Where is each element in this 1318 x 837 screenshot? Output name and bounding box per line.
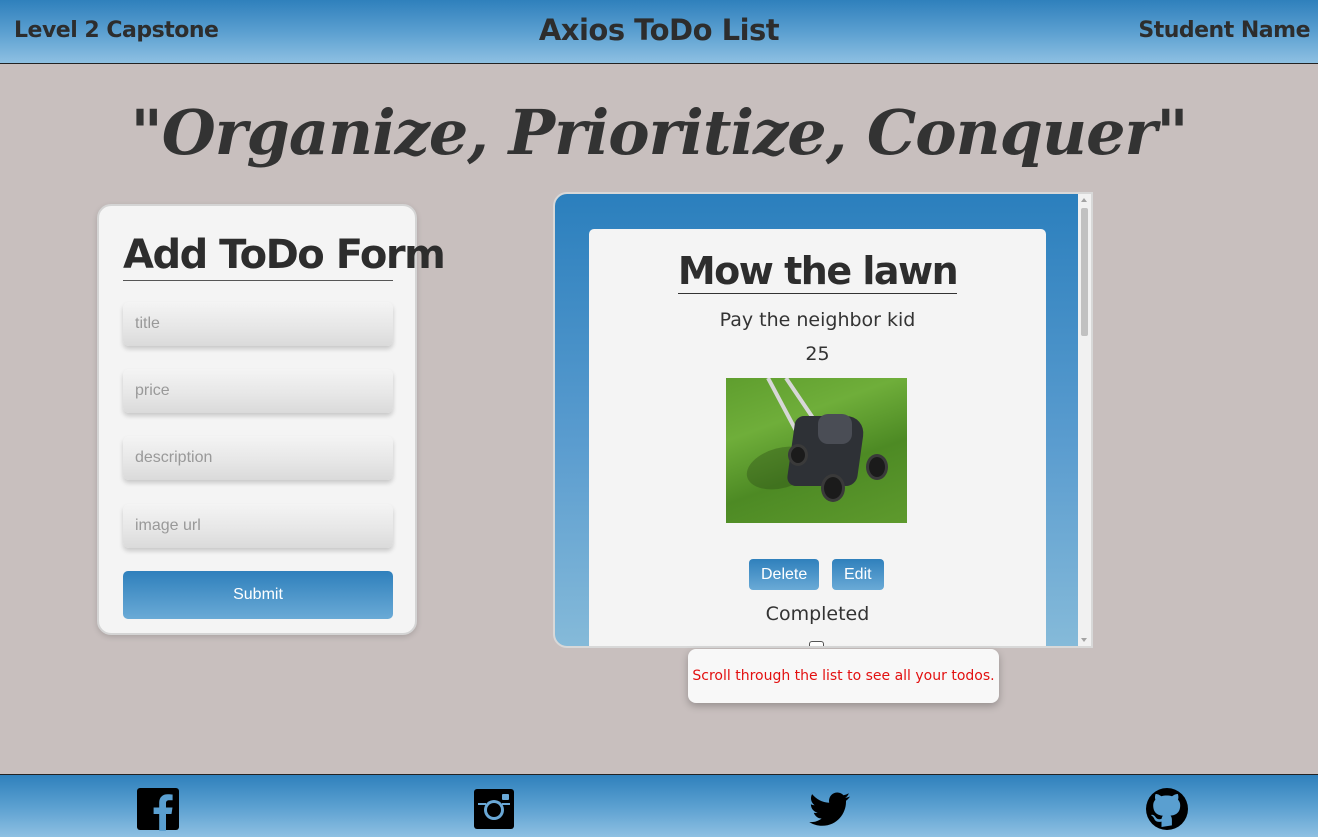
top-navbar: Level 2 Capstone Axios ToDo List Student…	[0, 0, 1318, 64]
app-title: Axios ToDo List	[538, 13, 780, 47]
image-url-input[interactable]	[123, 504, 393, 548]
scroll-down-arrow[interactable]	[1081, 638, 1087, 642]
slogan-heading: "Organize, Prioritize, Conquer"	[130, 96, 1189, 169]
completed-label: Completed	[765, 603, 870, 625]
scroll-up-arrow[interactable]	[1081, 198, 1087, 202]
price-input[interactable]	[123, 369, 393, 413]
footer-social-bar	[0, 774, 1318, 837]
todo-title: Mow the lawn	[677, 249, 959, 294]
facebook-icon[interactable]	[136, 787, 180, 831]
description-input[interactable]	[123, 436, 393, 480]
list-scrollbar[interactable]	[1078, 194, 1091, 646]
twitter-icon[interactable]	[808, 787, 852, 831]
scroll-hint-tooltip: Scroll through the list to see all your …	[688, 649, 999, 703]
delete-button[interactable]: Delete	[749, 559, 820, 590]
todo-image	[726, 378, 907, 523]
completed-checkbox[interactable]	[809, 641, 824, 646]
add-todo-form: Add ToDo Form Submit	[97, 204, 446, 635]
student-name: Student Name	[1138, 18, 1310, 43]
github-icon[interactable]	[1145, 787, 1189, 831]
form-title: Add ToDo Form	[123, 232, 446, 281]
todo-list-panel[interactable]: Mow the lawn Pay the neighbor kid 25 Del…	[553, 192, 1093, 648]
scroll-thumb[interactable]	[1081, 208, 1088, 336]
title-input[interactable]	[123, 302, 393, 346]
todo-card: Mow the lawn Pay the neighbor kid 25 Del…	[589, 229, 1046, 646]
todo-description: Pay the neighbor kid	[719, 309, 916, 331]
edit-button[interactable]: Edit	[832, 559, 884, 590]
submit-button[interactable]: Submit	[123, 571, 393, 619]
todo-price: 25	[805, 343, 830, 365]
instagram-icon[interactable]	[472, 787, 516, 831]
